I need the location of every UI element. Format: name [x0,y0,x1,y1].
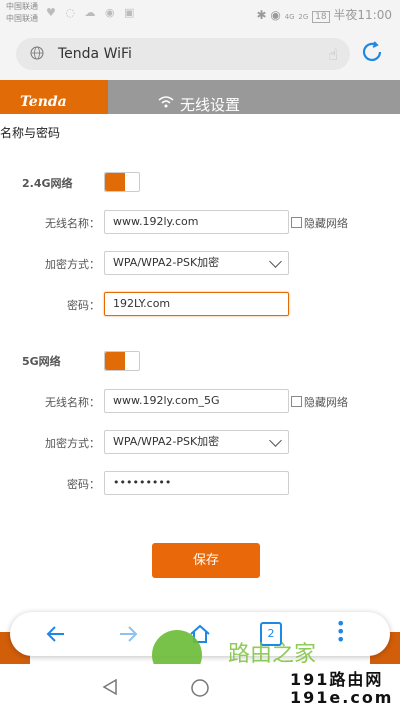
page-title: 无线设置 [180,96,241,114]
url-title: Tenda WiFi [58,46,132,62]
signal-2g: 2G [298,13,309,21]
bluetooth-icon: ✱ [256,8,267,22]
back-icon[interactable] [44,622,68,646]
security-5g-select[interactable]: WPA/WPA2-PSK加密 [104,430,289,454]
status-time: 半夜11:00 [333,8,392,22]
password-24g-label: 密码： [67,299,100,312]
ssid-24g-label: 无线名称： [45,217,100,230]
globe-icon [30,46,44,60]
security-24g-label: 加密方式： [45,258,100,271]
panel-subtitle: 名称与密码 [0,126,61,140]
status-right: ✱ ◉ 4G 2G 18 半夜11:00 [256,6,392,23]
signal-4g: 4G [284,13,295,21]
watermark-site1: 191路由网 [290,670,384,689]
toggle-24g[interactable] [104,172,140,192]
carrier-2: 中国联通 [6,14,38,23]
security-24g-select[interactable]: WPA/WPA2-PSK加密 [104,251,289,275]
hide-5g-checkbox[interactable]: 隐藏网络 [291,394,348,410]
forward-icon[interactable] [116,622,140,646]
nav-back-icon[interactable] [101,678,119,696]
address-field[interactable]: Tenda WiFi ☝ [16,38,350,70]
gesture-icon[interactable]: ☝ [328,45,338,64]
password-5g-label: 密码： [67,478,100,491]
battery-level: 18 [312,11,330,23]
hide-5g-label: 隐藏网络 [304,396,348,409]
toggle-5g[interactable] [104,351,140,371]
notification-icons: ♥ ◌ ☁ ◉ ▣ [46,6,138,19]
ssid-5g-input[interactable]: www.192ly.com_5G [104,389,289,413]
tenda-logo: Tenda [0,80,108,114]
security-5g-value: WPA/WPA2-PSK加密 [113,435,220,448]
wireless-settings-panel: 名称与密码 2.4G网络 无线名称： www.192ly.com 隐藏网络 加密… [0,114,400,614]
hide-24g-label: 隐藏网络 [304,217,348,230]
menu-icon[interactable]: • • • [336,616,345,648]
security-5g-label: 加密方式： [45,437,100,450]
chevron-down-icon [269,255,282,268]
ssid-24g-input[interactable]: www.192ly.com [104,210,289,234]
reload-icon[interactable] [360,40,384,64]
security-24g-value: WPA/WPA2-PSK加密 [113,256,220,269]
section-24g-label: 2.4G网络 [22,177,73,190]
status-bar: 中国联通 中国联通 ♥ ◌ ☁ ◉ ▣ ✱ ◉ 4G 2G 18 半夜11:00 [0,0,400,28]
carrier-1: 中国联通 [6,2,38,11]
password-24g-input[interactable]: 192LY.com [104,292,289,316]
ssid-5g-label: 无线名称： [45,396,100,409]
wifi-icon [158,96,174,108]
section-5g-label: 5G网络 [22,355,61,368]
page-header: Tenda 无线设置 [0,80,400,114]
chevron-down-icon [269,434,282,447]
eye-icon: ◉ [270,8,281,22]
save-button[interactable]: 保存 [152,543,260,578]
nav-home-icon[interactable] [190,678,210,698]
hide-24g-checkbox[interactable]: 隐藏网络 [291,215,348,231]
url-bar: Tenda WiFi ☝ [0,28,400,80]
password-5g-input[interactable]: ••••••••• [104,471,289,495]
watermark-site2: 191e.com [290,688,394,707]
